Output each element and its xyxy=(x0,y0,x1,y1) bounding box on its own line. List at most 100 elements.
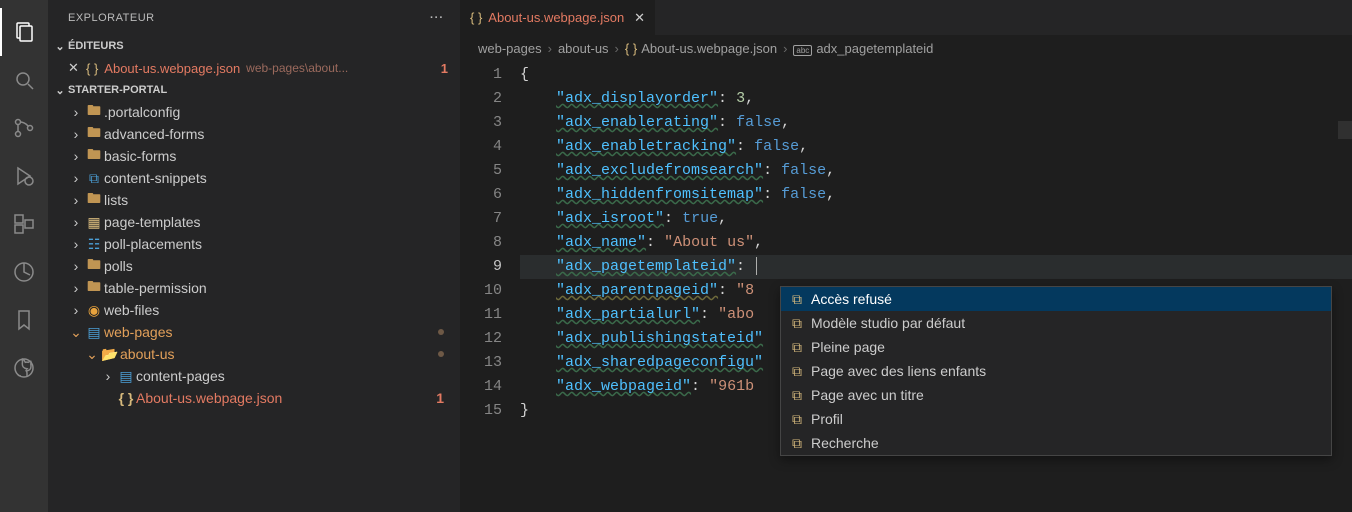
workspace-section[interactable]: ⌄ STARTER-PORTAL xyxy=(48,79,460,101)
json-icon: { } xyxy=(86,61,98,76)
enum-icon: ⧉ xyxy=(789,291,805,308)
tree-item[interactable]: ›🖿basic-forms xyxy=(48,145,460,167)
tree-item[interactable]: ›🖿table-permission xyxy=(48,277,460,299)
tree-item-label: page-templates xyxy=(104,214,201,230)
activity-run-debug[interactable] xyxy=(0,152,48,200)
code-line[interactable]: "adx_displayorder": 3, xyxy=(520,87,1352,111)
tree-item-label: advanced-forms xyxy=(104,126,204,142)
activity-search[interactable] xyxy=(0,56,48,104)
code-line[interactable]: "adx_name": "About us", xyxy=(520,231,1352,255)
suggest-item[interactable]: ⧉Page avec des liens enfants xyxy=(781,359,1331,383)
close-icon[interactable]: ✕ xyxy=(634,10,645,26)
activity-source-control[interactable] xyxy=(0,104,48,152)
tree-item[interactable]: ›🖿lists xyxy=(48,189,460,211)
enum-icon: ⧉ xyxy=(789,363,805,380)
code-line[interactable]: { xyxy=(520,63,1352,87)
tree-item[interactable]: ⌄▤web-pages xyxy=(48,321,460,343)
code-line[interactable]: "adx_hiddenfromsitemap": false, xyxy=(520,183,1352,207)
activity-explorer[interactable] xyxy=(0,8,48,56)
tree-item-label: basic-forms xyxy=(104,148,176,164)
folder-icon: 🖿 xyxy=(84,254,104,278)
open-editor-badge: 1 xyxy=(441,61,448,76)
enum-icon: ⧉ xyxy=(789,387,805,404)
code-line[interactable]: "adx_pagetemplateid": xyxy=(520,255,1352,279)
suggest-item[interactable]: ⧉Modèle studio par défaut xyxy=(781,311,1331,335)
activity-github[interactable] xyxy=(0,344,48,392)
crumb-folder[interactable]: web-pages xyxy=(478,41,542,56)
suggest-label: Page avec un titre xyxy=(811,387,924,403)
tree-item[interactable]: ›▦page-templates xyxy=(48,211,460,233)
chevron-icon: › xyxy=(68,214,84,230)
sidebar-more-icon[interactable]: ··· xyxy=(430,12,444,24)
chevron-icon: › xyxy=(68,236,84,252)
crumb-symbol[interactable]: abcadx_pagetemplateid xyxy=(793,41,933,56)
suggest-item[interactable]: ⧉ Page avec un titre xyxy=(781,383,1331,407)
tab-about-us-json[interactable]: { } About-us.webpage.json ✕ xyxy=(460,0,656,35)
activity-power[interactable] xyxy=(0,248,48,296)
chevron-icon: › xyxy=(68,170,84,186)
suggest-item[interactable]: ⧉Recherche xyxy=(781,431,1331,455)
snippet-icon: ⧉ xyxy=(84,170,104,187)
tree-item-label: .portalconfig xyxy=(104,104,180,120)
code-line[interactable]: "adx_enabletracking": false, xyxy=(520,135,1352,159)
json-icon: { } xyxy=(470,10,482,25)
activity-extensions[interactable] xyxy=(0,200,48,248)
close-icon[interactable]: ✕ xyxy=(68,60,84,76)
modified-dot-icon xyxy=(438,351,444,357)
tree-item[interactable]: { }About-us.webpage.json1 xyxy=(48,387,460,409)
suggest-item[interactable]: ⧉Accès refusé xyxy=(781,287,1331,311)
enum-icon: ⧉ xyxy=(789,411,805,428)
sidebar-header: EXPLORATEUR ··· xyxy=(48,0,460,35)
crumb-file[interactable]: { }About-us.webpage.json xyxy=(625,41,777,56)
open-editor-item[interactable]: ✕ { } About-us.webpage.json web-pages\ab… xyxy=(48,57,460,79)
suggest-item[interactable]: ⧉ Profil xyxy=(781,407,1331,431)
tree-item[interactable]: ›▤content-pages xyxy=(48,365,460,387)
breadcrumb[interactable]: web-pages › about-us › { }About-us.webpa… xyxy=(460,35,1352,61)
chevron-icon: › xyxy=(68,192,84,208)
template-icon: ▦ xyxy=(84,214,104,231)
chevron-down-icon: ⌄ xyxy=(52,40,68,53)
folder-icon: 🖿 xyxy=(84,276,104,300)
tree-item[interactable]: ›🖿advanced-forms xyxy=(48,123,460,145)
crumb-folder[interactable]: about-us xyxy=(558,41,609,56)
intellisense-suggest[interactable]: ⧉Accès refusé⧉Modèle studio par défaut⧉P… xyxy=(780,286,1332,456)
tree-item-label: about-us xyxy=(120,346,174,362)
folder-icon: 🖿 xyxy=(84,188,104,212)
suggest-label: Profil xyxy=(811,411,843,427)
tree-item-label: lists xyxy=(104,192,128,208)
suggest-item[interactable]: ⧉Pleine page xyxy=(781,335,1331,359)
tree-item-label: poll-placements xyxy=(104,236,202,252)
tree-item-label: polls xyxy=(104,258,133,274)
scrollbar-thumb[interactable] xyxy=(1338,121,1352,139)
open-editor-filename: About-us.webpage.json xyxy=(104,61,240,76)
tree-item[interactable]: ›◉web-files xyxy=(48,299,460,321)
code-line[interactable]: "adx_excludefromsearch": false, xyxy=(520,159,1352,183)
chevron-right-icon: › xyxy=(783,41,787,56)
chevron-icon: ⌄ xyxy=(68,324,84,341)
folder-icon: 🖿 xyxy=(84,100,104,124)
code-line[interactable]: "adx_isroot": true, xyxy=(520,207,1352,231)
folder-icon: 🖿 xyxy=(84,122,104,146)
chevron-icon: ⌄ xyxy=(84,346,100,363)
chevron-icon: › xyxy=(68,104,84,120)
tree-item[interactable]: ›🖿polls xyxy=(48,255,460,277)
tree-item-label: content-pages xyxy=(136,368,225,384)
modified-dot-icon xyxy=(438,329,444,335)
poll-icon: ☷ xyxy=(84,236,104,253)
suggest-label: Recherche xyxy=(811,435,879,451)
tree-item[interactable]: ›🖿.portalconfig xyxy=(48,101,460,123)
chevron-down-icon: ⌄ xyxy=(52,84,68,97)
activity-bookmark[interactable] xyxy=(0,296,48,344)
minimap-scrollbar[interactable] xyxy=(1338,61,1352,512)
chevron-right-icon: › xyxy=(548,41,552,56)
tree-item[interactable]: ›☷poll-placements xyxy=(48,233,460,255)
tree-item[interactable]: ›⧉content-snippets xyxy=(48,167,460,189)
code-line[interactable]: "adx_enablerating": false, xyxy=(520,111,1352,135)
open-editors-section[interactable]: ⌄ ÉDITEURS xyxy=(48,35,460,57)
workspace-label: STARTER-PORTAL xyxy=(68,84,167,96)
webfile-icon: ◉ xyxy=(84,302,104,319)
tree-item[interactable]: ⌄📂about-us xyxy=(48,343,460,365)
open-editors-label: ÉDITEURS xyxy=(68,40,124,52)
activity-bar xyxy=(0,0,48,512)
sidebar-title: EXPLORATEUR xyxy=(68,12,155,24)
